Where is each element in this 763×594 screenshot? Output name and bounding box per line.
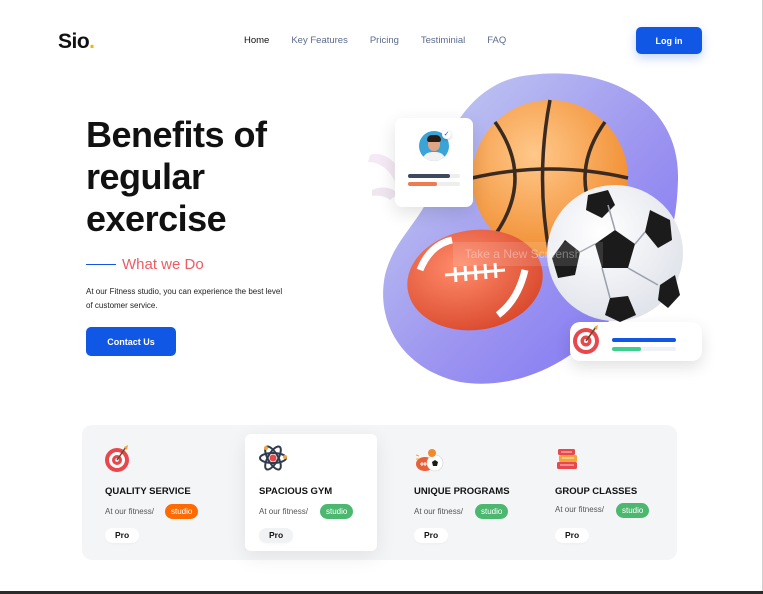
- feature-description: At our fitness/: [555, 505, 604, 514]
- feature-title: UNIQUE PROGRAMS: [414, 486, 510, 497]
- feature-card-group-classes[interactable]: GROUP CLASSES At our fitness/ studio Pro: [542, 425, 677, 560]
- nav-key-features[interactable]: Key Features: [291, 35, 348, 46]
- studio-badge: studio: [475, 504, 509, 519]
- feature-title: GROUP CLASSES: [555, 486, 638, 497]
- atom-icon: [259, 445, 287, 471]
- feature-title: QUALITY SERVICE: [105, 486, 191, 497]
- feature-description: At our fitness/: [105, 507, 154, 516]
- hero-title-line-1: Benefits of: [86, 114, 267, 155]
- hero-description: At our Fitness studio, you can experienc…: [86, 287, 283, 310]
- verified-check-icon: ✓: [442, 130, 451, 139]
- books-icon: [557, 449, 577, 469]
- subheading-text: What we Do: [122, 256, 204, 273]
- brand-dot: .: [89, 30, 95, 53]
- screenshot-watermark: Take a New Screenshot: [453, 242, 603, 266]
- studio-badge: studio: [320, 504, 354, 519]
- pro-badge: Pro: [414, 528, 449, 543]
- nav-faq[interactable]: FAQ: [487, 35, 506, 46]
- studio-badge: studio: [616, 503, 650, 518]
- subheading: What we Do: [86, 256, 204, 273]
- feature-description: At our fitness/: [414, 507, 463, 516]
- features-panel: QUALITY SERVICE At our fitness/ studio P…: [82, 425, 677, 560]
- pro-badge: Pro: [105, 528, 140, 543]
- studio-badge: studio: [165, 504, 199, 519]
- feature-title: SPACIOUS GYM: [259, 486, 333, 497]
- feature-card-quality-service[interactable]: QUALITY SERVICE At our fitness/ studio P…: [82, 425, 232, 560]
- goal-progress-bar-1: [612, 338, 676, 342]
- brand-logo[interactable]: Sio.: [58, 30, 95, 54]
- nav-testimonial[interactable]: Testiminial: [421, 35, 465, 46]
- brand-name: Sio: [58, 30, 90, 53]
- feature-card-unique-programs[interactable]: UNIQUE PROGRAMS At our fitness/ studio P…: [392, 425, 532, 560]
- subheading-line: [86, 264, 116, 265]
- profile-progress-bar-2: [408, 182, 460, 186]
- target-icon: [105, 445, 129, 472]
- hero-title-line-2: regular: [86, 156, 205, 197]
- target-icon: [573, 325, 599, 354]
- pro-badge: Pro: [259, 528, 294, 543]
- main-nav: Home Key Features Pricing Testiminial FA…: [244, 35, 506, 46]
- nav-home[interactable]: Home: [244, 35, 269, 46]
- profile-progress-bar-1: [408, 174, 460, 178]
- login-button[interactable]: Log in: [636, 27, 702, 54]
- feature-description: At our fitness/: [259, 507, 308, 516]
- goal-progress-bar-2: [612, 347, 676, 351]
- sports-balls-icon: [415, 449, 444, 472]
- nav-pricing[interactable]: Pricing: [370, 35, 399, 46]
- hero-title: Benefits of regular exercise: [86, 114, 346, 240]
- pro-badge: Pro: [555, 528, 590, 543]
- contact-us-button[interactable]: Contact Us: [86, 327, 176, 356]
- goal-card: [570, 322, 702, 361]
- profile-card: ✓: [395, 118, 473, 207]
- hero-title-line-3: exercise: [86, 198, 227, 239]
- feature-card-spacious-gym[interactable]: SPACIOUS GYM At our fitness/ studio Pro: [245, 434, 377, 551]
